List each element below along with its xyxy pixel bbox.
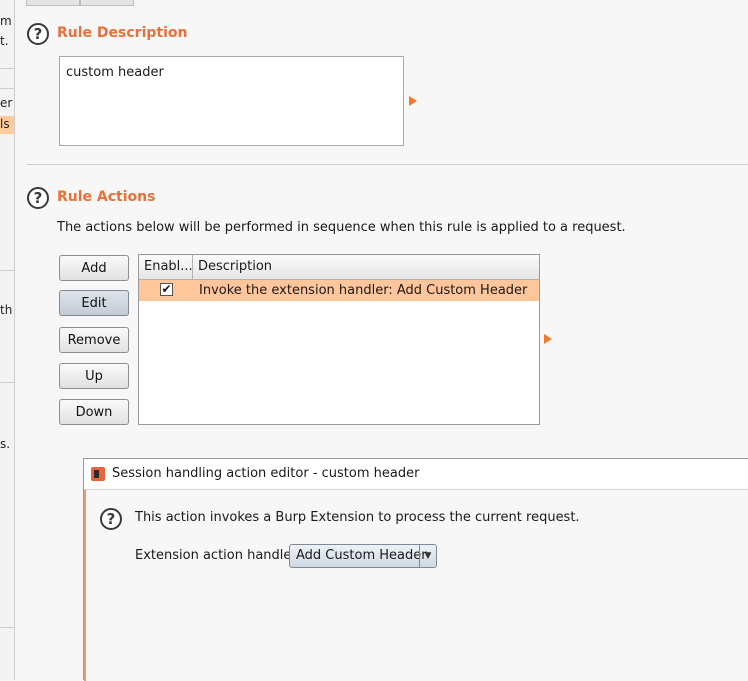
table-header: Enabl... Description — [139, 255, 539, 280]
rule-description-field[interactable]: custom header — [59, 56, 404, 146]
left-divider — [0, 627, 14, 628]
rule-description-title: Rule Description — [57, 25, 188, 41]
left-text-fragment[interactable]: ls — [0, 117, 10, 131]
left-panel-clipped: m t. er ls th s. — [0, 0, 15, 680]
extension-handler-dropdown[interactable]: Add Custom Header ▼ — [289, 544, 437, 568]
table-row[interactable]: ✔ Invoke the extension handler: Add Cust… — [139, 280, 539, 301]
left-text-fragment: th — [0, 303, 13, 317]
column-header-enabled[interactable]: Enabl... — [139, 255, 193, 279]
rule-actions-title: Rule Actions — [57, 189, 156, 205]
burp-suite-icon — [91, 467, 105, 481]
row-description: Invoke the extension handler: Add Custom… — [199, 283, 528, 298]
dialog-title: Session handling action editor - custom … — [112, 466, 420, 481]
rule-description-text: custom header — [66, 65, 164, 80]
expand-arrow-icon[interactable] — [544, 334, 552, 344]
top-tab[interactable] — [80, 0, 134, 6]
column-header-description[interactable]: Description — [193, 255, 539, 279]
actions-table[interactable]: Enabl... Description ✔ Invoke the extens… — [138, 254, 540, 425]
help-icon[interactable]: ? — [27, 187, 49, 209]
expand-arrow-icon[interactable] — [409, 96, 417, 106]
left-divider — [0, 68, 14, 69]
dropdown-value: Add Custom Header — [296, 548, 427, 563]
dialog-info-text: This action invokes a Burp Extension to … — [135, 510, 580, 525]
section-divider — [27, 164, 748, 165]
up-button[interactable]: Up — [59, 363, 129, 389]
rule-actions-intro: The actions below will be performed in s… — [57, 220, 626, 235]
enabled-checkbox[interactable]: ✔ — [160, 283, 173, 296]
check-mark-icon: ✔ — [161, 282, 172, 296]
edit-button[interactable]: Edit — [59, 290, 129, 316]
help-icon[interactable]: ? — [27, 23, 49, 45]
top-tab[interactable] — [26, 0, 80, 6]
chevron-down-icon[interactable]: ▼ — [419, 545, 436, 567]
dialog-accent-edge — [84, 490, 86, 681]
left-divider — [0, 270, 14, 271]
handler-label: Extension action handler: — [135, 548, 301, 563]
left-divider — [0, 88, 14, 89]
left-text-fragment: t. — [0, 34, 9, 48]
down-button[interactable]: Down — [59, 399, 129, 425]
help-icon[interactable]: ? — [100, 508, 122, 530]
add-button[interactable]: Add — [59, 255, 129, 281]
session-action-editor-dialog: Session handling action editor - custom … — [83, 458, 748, 681]
left-text-fragment: s. — [0, 437, 11, 451]
dialog-titlebar[interactable]: Session handling action editor - custom … — [84, 459, 748, 490]
left-text-fragment: m — [0, 14, 12, 28]
left-text-fragment[interactable]: er — [0, 96, 12, 110]
left-divider — [0, 382, 14, 383]
remove-button[interactable]: Remove — [59, 327, 129, 353]
